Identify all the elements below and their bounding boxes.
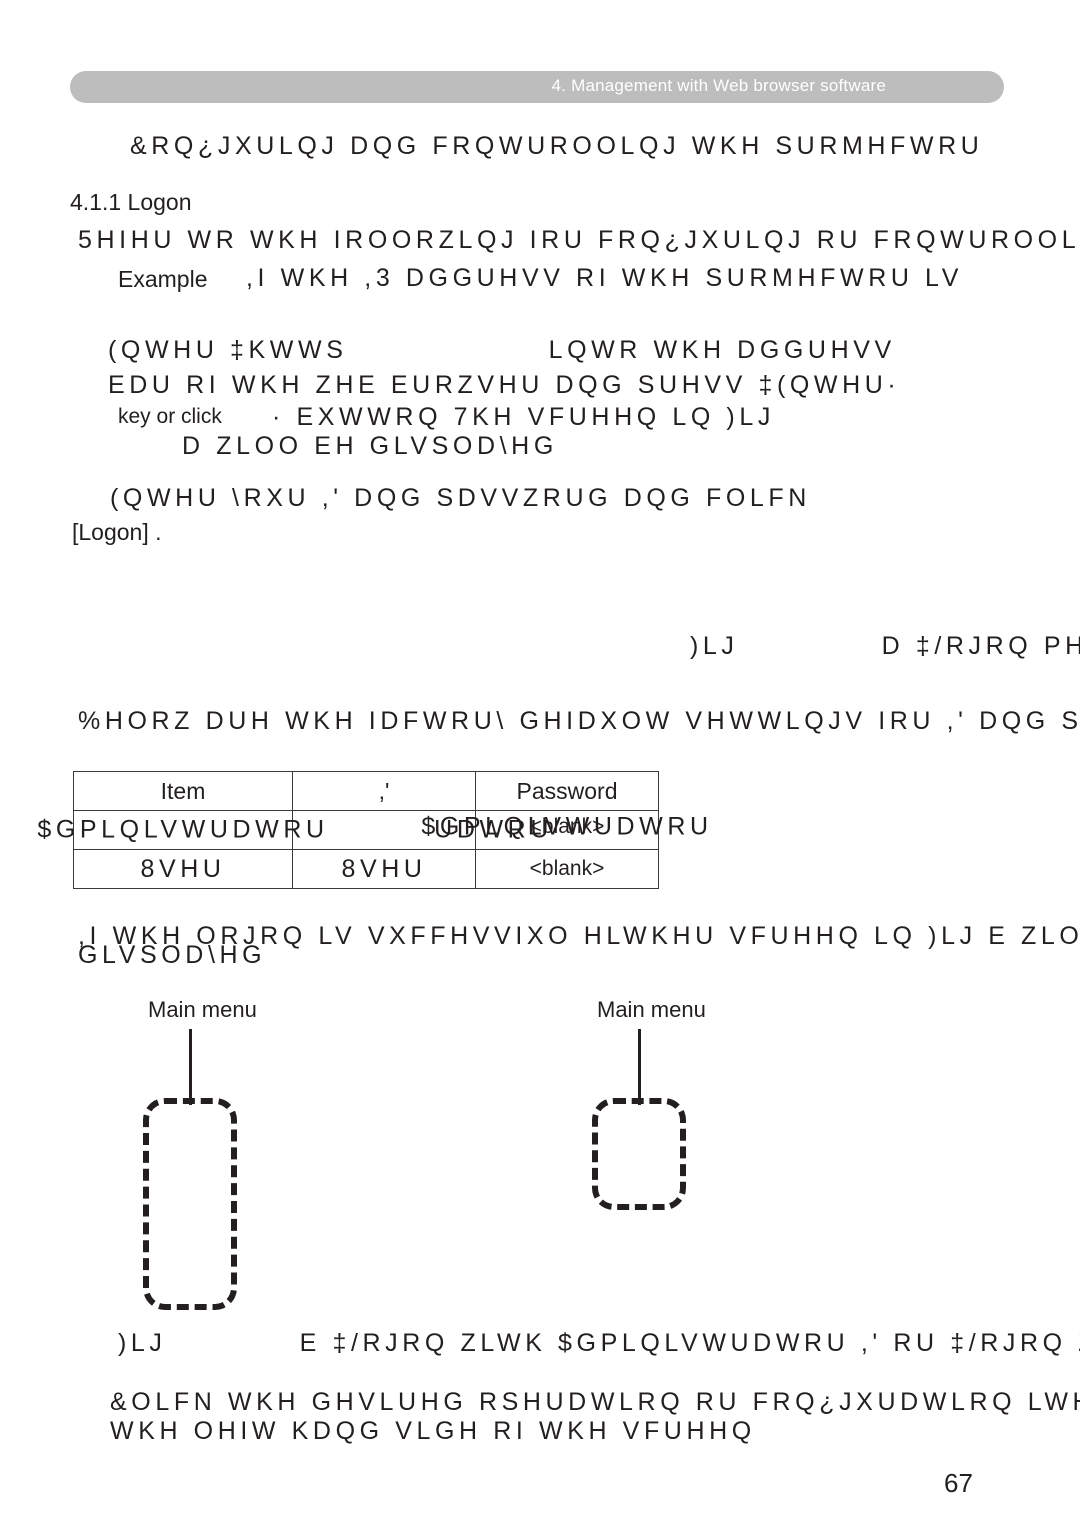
example-body: ,I WKH ,3 DGGUHVV RI WKH SURMHFWRU LV bbox=[246, 264, 963, 292]
page-number: 67 bbox=[944, 1468, 973, 1498]
cell-item-administrator: $GPLQLVWUDWRU bbox=[37, 810, 324, 850]
enter-http-suffix: LQWR WKH DGGUHVV bbox=[548, 336, 896, 364]
enter-http-prefix: (QWHU ‡KWWS bbox=[108, 336, 348, 364]
callout-leader-line-left bbox=[189, 1029, 192, 1105]
dashed-highlight-box-right bbox=[592, 1098, 686, 1210]
figure-b-caption-label: )LJ bbox=[118, 1329, 167, 1357]
factory-defaults-text: %HORZ DUH WKH IDFWRU\ GHIDXOW VHWWLQJV I… bbox=[78, 707, 1080, 735]
column-header-password: Password bbox=[475, 771, 659, 811]
section-heading-4-1: &RQ¿JXULQJ DQG FRQWUROOLQJ WKH SURMHFWRU bbox=[130, 132, 984, 160]
bar-of-browser-line: EDU RI WKH ZHE EURZVHU DQG SUHVV ‡(QWHU· bbox=[108, 371, 901, 399]
column-header-item: Item bbox=[73, 771, 293, 811]
document-page: 4. Management with Web browser software … bbox=[0, 0, 1080, 1527]
figure-b-caption: )LJ E ‡/RJRQ ZLWK $GPLQLVWUDWRU ,' RU ‡/… bbox=[118, 1329, 1080, 1358]
key-or-click-label: key or click bbox=[118, 405, 222, 428]
callout-leader-line-right bbox=[638, 1029, 641, 1105]
figure-b-caption-body: E ‡/RJRQ ZLWK $GPLQLVWUDWRU ,' RU ‡/RJRQ… bbox=[299, 1329, 1080, 1357]
running-header-bar: 4. Management with Web browser software bbox=[70, 71, 1004, 103]
cell-item-user: 8VHU bbox=[73, 849, 293, 889]
a-will-be-displayed-line: D ZLOO EH GLVSOD\HG bbox=[182, 432, 558, 460]
figure-a-caption-label: )LJ bbox=[690, 632, 739, 660]
dashed-highlight-box-left bbox=[143, 1098, 237, 1310]
callout-label-main-menu-right: Main menu bbox=[597, 997, 706, 1022]
table-row: $GPLQLVWUDWRU UDWRU $GPLQLVWUDWRU <blank… bbox=[37, 810, 708, 850]
figure-a-caption: )LJ D ‡/RJRQ PHQX· bbox=[690, 632, 1080, 661]
cell-password-user: <blank> bbox=[475, 849, 659, 889]
credentials-table: Item ,' Password $GPLQLVWUDWRU UDWRU $GP… bbox=[37, 771, 708, 889]
logon-button-reference: [Logon] . bbox=[72, 519, 162, 545]
running-header-text: 4. Management with Web browser software bbox=[551, 76, 886, 95]
factory-defaults-paragraph: %HORZ DUH WKH IDFWRU\ GHIDXOW VHWWLQJV I… bbox=[78, 707, 1080, 736]
section-heading-4-1-1: 4.1.1 Logon bbox=[70, 189, 192, 215]
column-header-id: ,' bbox=[292, 771, 476, 811]
left-hand-side-line: WKH OHIW KDQG VLGH RI WKH VFUHHQ bbox=[110, 1417, 756, 1445]
enter-your-id-line: (QWHU \RXU ,' DQG SDVVZRUG DQG FOLFN bbox=[110, 484, 811, 512]
key-or-click-body: · EXWWRQ 7KH VFUHHQ LQ )LJ bbox=[272, 403, 775, 431]
refer-paragraph: 5HIHU WR WKH IROORZLQJ IRU FRQ¿JXULQJ RU… bbox=[78, 226, 1080, 254]
callout-label-main-menu-left: Main menu bbox=[148, 997, 257, 1022]
click-desired-operation-line: &OLFN WKH GHVLUHG RSHUDWLRQ RU FRQ¿JXUDW… bbox=[110, 1388, 1080, 1416]
cell-item-administrator-text: $GPLQLVWUDWRU bbox=[37, 815, 329, 844]
table-row: 8VHU 8VHU <blank> bbox=[73, 849, 659, 889]
enter-http-line: (QWHU ‡KWWS LQWR WKH DGGUHVV bbox=[108, 336, 896, 365]
cell-password-administrator-blank: <blank> bbox=[529, 814, 605, 838]
logon-successful-paragraph-continued: GLVSOD\HG bbox=[78, 941, 267, 969]
figure-a-caption-body: D ‡/RJRQ PHQX· bbox=[881, 632, 1080, 660]
table-header-row: Item ,' Password bbox=[73, 771, 659, 811]
cell-id-user: 8VHU bbox=[292, 849, 476, 889]
example-label: Example bbox=[118, 266, 208, 292]
